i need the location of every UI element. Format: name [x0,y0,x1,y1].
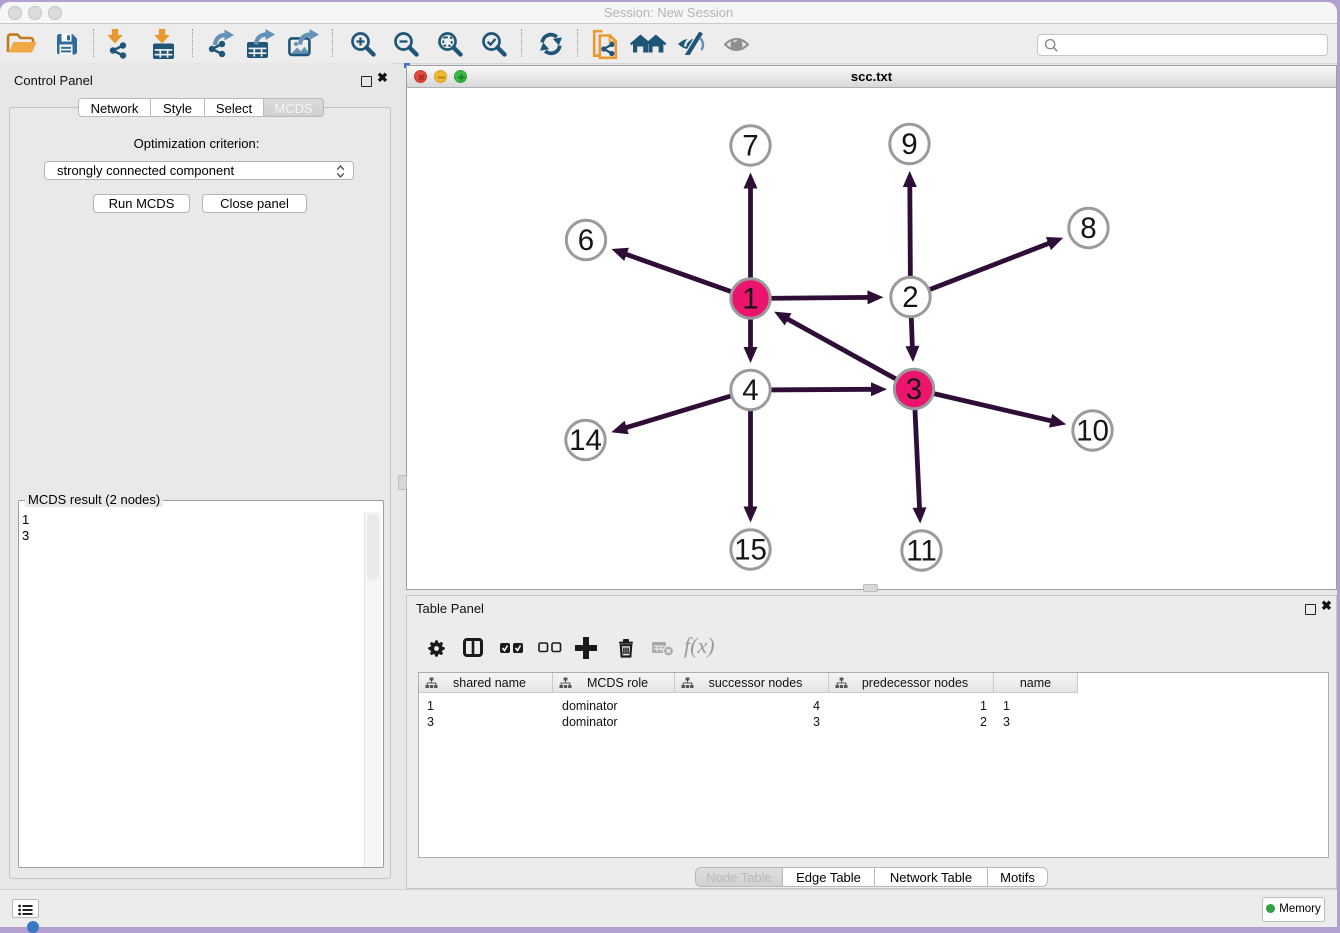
svg-text:9: 9 [901,128,917,161]
svg-text:4: 4 [742,374,758,407]
svg-text:1: 1 [742,283,758,316]
svg-text:11: 11 [906,535,937,568]
svg-text:15: 15 [734,534,767,567]
svg-text:8: 8 [1080,212,1096,245]
svg-text:10: 10 [1076,415,1109,448]
svg-text:2: 2 [902,281,918,314]
svg-text:f(x): f(x) [684,636,715,658]
svg-text:14: 14 [569,424,602,457]
svg-text:3: 3 [906,373,922,406]
svg-text:7: 7 [742,130,758,163]
svg-text:6: 6 [578,224,594,257]
